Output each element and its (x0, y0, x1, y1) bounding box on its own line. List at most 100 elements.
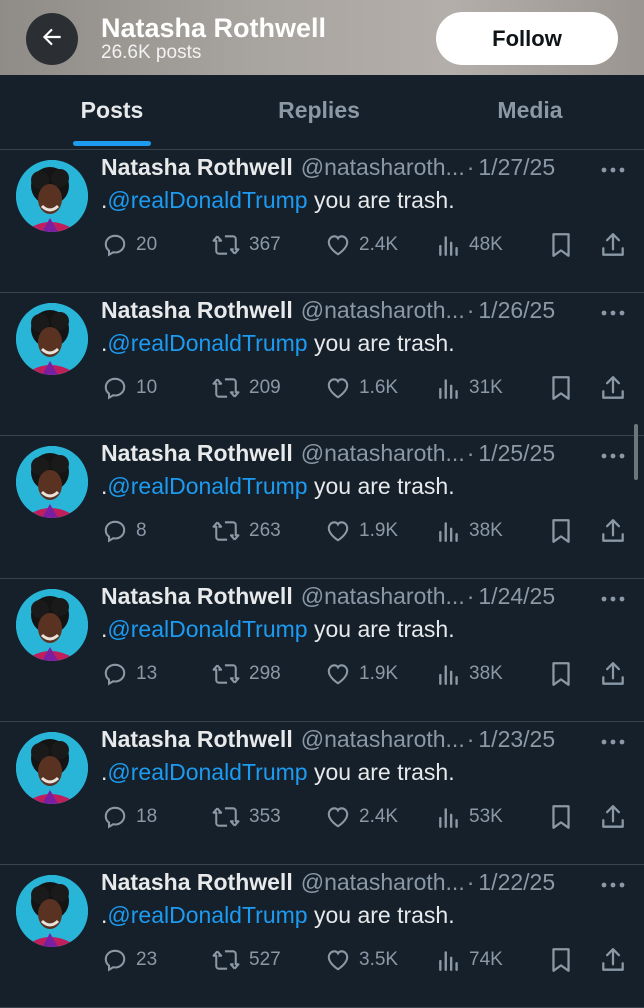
tab-replies[interactable]: Replies (278, 97, 360, 124)
bookmark-button[interactable] (549, 802, 573, 832)
tweet[interactable]: Natasha Rothwell @natasharoth... · 1/24/… (0, 579, 644, 722)
bookmark-button[interactable] (549, 516, 573, 546)
profile-name: Natasha Rothwell (101, 13, 327, 43)
author-name[interactable]: Natasha Rothwell (101, 440, 293, 467)
bookmark-button[interactable] (549, 659, 573, 689)
separator-dot: · (466, 154, 475, 180)
tweet[interactable]: Natasha Rothwell @natasharoth... · 1/27/… (0, 150, 644, 293)
like-button[interactable]: 2.4K (325, 802, 398, 832)
repost-button[interactable]: 263 (211, 516, 281, 546)
bookmark-button[interactable] (549, 230, 573, 260)
views-icon (437, 661, 461, 687)
more-horizontal-icon[interactable] (598, 732, 628, 752)
scrollbar[interactable] (634, 424, 638, 480)
more-horizontal-icon[interactable] (598, 875, 628, 895)
avatar[interactable] (16, 446, 88, 518)
mention-link[interactable]: @realDonaldTrump (107, 330, 307, 356)
tweet-date[interactable]: 1/26/25 (478, 297, 555, 324)
tweet[interactable]: Natasha Rothwell @natasharoth... · 1/26/… (0, 293, 644, 436)
bookmark-button[interactable] (549, 373, 573, 403)
tweet-date[interactable]: 1/23/25 (478, 726, 555, 753)
tweet[interactable]: Natasha Rothwell @natasharoth... · 1/25/… (0, 436, 644, 579)
share-button[interactable] (600, 516, 626, 546)
share-button[interactable] (600, 659, 626, 689)
share-button[interactable] (600, 945, 626, 975)
tab-posts[interactable]: Posts (81, 97, 144, 124)
like-button[interactable]: 1.6K (325, 373, 398, 403)
author-handle[interactable]: @natasharoth... (301, 869, 465, 896)
view-count: 31K (469, 377, 503, 398)
share-button[interactable] (600, 230, 626, 260)
reply-button[interactable]: 20 (102, 230, 157, 260)
reply-button[interactable]: 10 (102, 373, 157, 403)
reply-button[interactable]: 8 (102, 516, 147, 546)
heart-icon (325, 518, 351, 544)
share-button[interactable] (600, 802, 626, 832)
reply-count: 23 (136, 949, 158, 970)
heart-icon (325, 661, 351, 687)
more-horizontal-icon[interactable] (598, 160, 628, 180)
more-horizontal-icon[interactable] (598, 446, 628, 466)
tweet-date[interactable]: 1/22/25 (478, 869, 555, 896)
more-horizontal-icon[interactable] (598, 303, 628, 323)
reply-button[interactable]: 13 (102, 659, 157, 689)
author-handle[interactable]: @natasharoth... (301, 726, 465, 753)
repost-icon (211, 518, 241, 544)
avatar[interactable] (16, 732, 88, 804)
author-name[interactable]: Natasha Rothwell (101, 297, 293, 324)
bookmark-icon (549, 231, 573, 259)
like-button[interactable]: 3.5K (325, 945, 398, 975)
follow-button[interactable]: Follow (436, 12, 618, 65)
mention-link[interactable]: @realDonaldTrump (107, 759, 307, 785)
mention-link[interactable]: @realDonaldTrump (107, 187, 307, 213)
views-icon (437, 518, 461, 544)
author-name[interactable]: Natasha Rothwell (101, 726, 293, 753)
repost-button[interactable]: 209 (211, 373, 281, 403)
like-button[interactable]: 2.4K (325, 230, 398, 260)
mention-link[interactable]: @realDonaldTrump (107, 473, 307, 499)
repost-icon (211, 375, 241, 401)
views-button[interactable]: 38K (437, 516, 503, 546)
reply-button[interactable]: 23 (102, 945, 157, 975)
author-name[interactable]: Natasha Rothwell (101, 869, 293, 896)
author-handle[interactable]: @natasharoth... (301, 154, 465, 181)
avatar[interactable] (16, 875, 88, 947)
tweet-date[interactable]: 1/27/25 (478, 154, 555, 181)
tweet[interactable]: Natasha Rothwell @natasharoth... · 1/23/… (0, 722, 644, 865)
back-button[interactable] (26, 13, 78, 65)
repost-button[interactable]: 527 (211, 945, 281, 975)
views-button[interactable]: 74K (437, 945, 503, 975)
reply-button[interactable]: 18 (102, 802, 157, 832)
author-name[interactable]: Natasha Rothwell (101, 583, 293, 610)
separator-dot: · (466, 726, 475, 752)
views-button[interactable]: 38K (437, 659, 503, 689)
repost-button[interactable]: 353 (211, 802, 281, 832)
more-horizontal-icon[interactable] (598, 589, 628, 609)
avatar[interactable] (16, 160, 88, 232)
tweet-date[interactable]: 1/25/25 (478, 440, 555, 467)
views-button[interactable]: 53K (437, 802, 503, 832)
author-name[interactable]: Natasha Rothwell (101, 154, 293, 181)
author-handle[interactable]: @natasharoth... (301, 297, 465, 324)
like-button[interactable]: 1.9K (325, 659, 398, 689)
tab-media[interactable]: Media (497, 97, 562, 124)
bookmark-button[interactable] (549, 945, 573, 975)
profile-tabs: Posts Replies Media (0, 75, 644, 150)
repost-button[interactable]: 367 (211, 230, 281, 260)
avatar[interactable] (16, 303, 88, 375)
tweet-date[interactable]: 1/24/25 (478, 583, 555, 610)
author-handle[interactable]: @natasharoth... (301, 440, 465, 467)
text-body: you are trash. (307, 187, 455, 213)
like-button[interactable]: 1.9K (325, 516, 398, 546)
repost-button[interactable]: 298 (211, 659, 281, 689)
views-button[interactable]: 48K (437, 230, 503, 260)
avatar[interactable] (16, 589, 88, 661)
views-button[interactable]: 31K (437, 373, 503, 403)
author-handle[interactable]: @natasharoth... (301, 583, 465, 610)
view-count: 53K (469, 806, 503, 827)
share-button[interactable] (600, 373, 626, 403)
mention-link[interactable]: @realDonaldTrump (107, 902, 307, 928)
tweet[interactable]: Natasha Rothwell @natasharoth... · 1/22/… (0, 865, 644, 1008)
mention-link[interactable]: @realDonaldTrump (107, 616, 307, 642)
bookmark-icon (549, 803, 573, 831)
